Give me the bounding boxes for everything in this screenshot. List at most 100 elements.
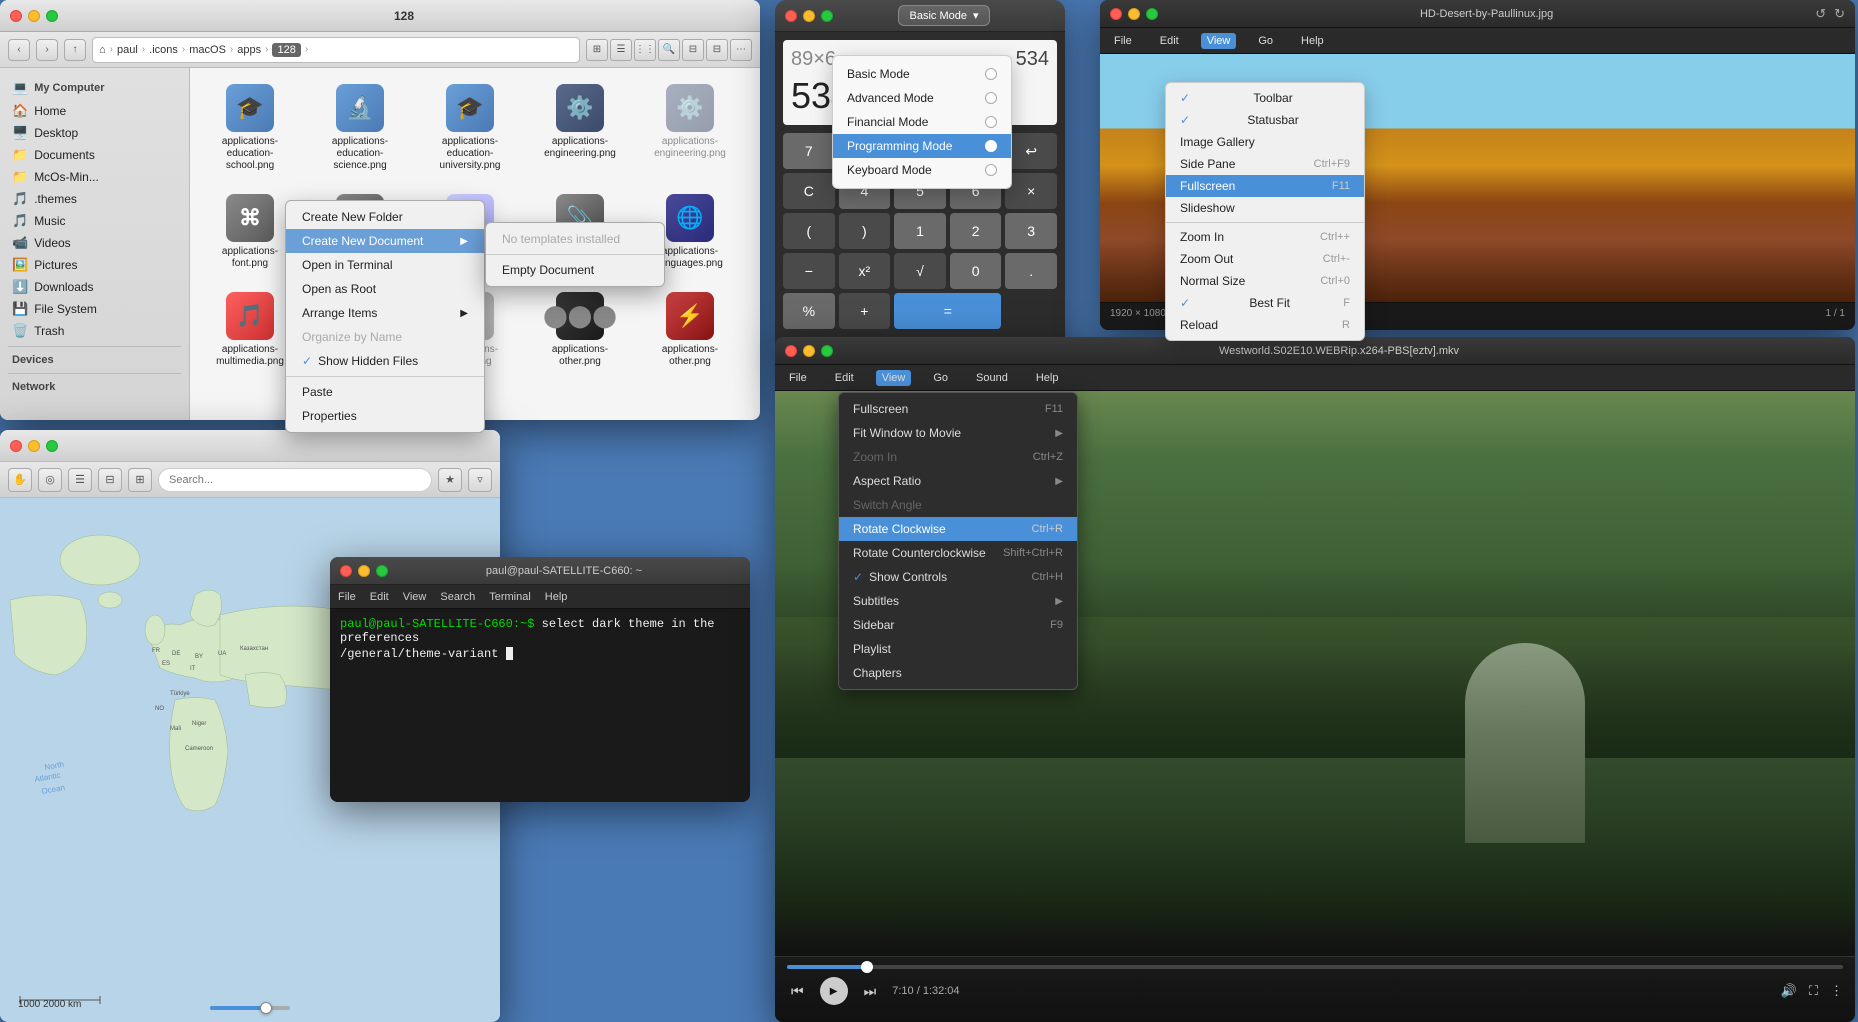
sidebar-item-desktop[interactable]: 🖥️ Desktop: [0, 122, 189, 144]
icon-view-btn[interactable]: ⊞: [586, 39, 608, 61]
detail-view-btn[interactable]: ⊟: [706, 39, 728, 61]
mp-menu-go[interactable]: Go: [927, 370, 954, 386]
btn-percent[interactable]: %: [783, 293, 835, 329]
map-btn-view1[interactable]: ⊟: [98, 468, 122, 492]
mp-progress-bar[interactable]: [787, 965, 1843, 969]
file-item[interactable]: ⚙️ applications-engineering.png: [530, 78, 630, 178]
vd-reload[interactable]: Reload R: [1166, 314, 1364, 336]
fullscreen-icon[interactable]: ⛶: [1809, 983, 1818, 999]
map-zoom-track[interactable]: [210, 1006, 290, 1010]
maximize-button-fm[interactable]: [46, 10, 58, 22]
ctx-create-document[interactable]: Create New Document ▶: [286, 229, 484, 253]
term-menu-file[interactable]: File: [338, 591, 356, 603]
close-button-term[interactable]: [340, 565, 352, 577]
mpvd-rotate-cw[interactable]: Rotate Clockwise Ctrl+R: [839, 517, 1077, 541]
mpvd-fullscreen[interactable]: Fullscreen F11: [839, 397, 1077, 421]
btn-2[interactable]: 2: [950, 213, 1002, 249]
mode-dropdown-button[interactable]: Basic Mode ▾: [898, 5, 989, 26]
maximize-button-map[interactable]: [46, 440, 58, 452]
minimize-button-term[interactable]: [358, 565, 370, 577]
ctx-paste[interactable]: Paste: [286, 380, 484, 404]
mpvd-playlist[interactable]: Playlist: [839, 637, 1077, 661]
vd-toolbar[interactable]: Toolbar: [1166, 87, 1364, 109]
mode-basic[interactable]: Basic Mode: [833, 62, 1011, 86]
mp-menu-view[interactable]: View: [876, 370, 912, 386]
mpvd-rotate-ccw[interactable]: Rotate Counterclockwise Shift+Ctrl+R: [839, 541, 1077, 565]
btn-backspace[interactable]: ↩: [1005, 133, 1057, 169]
vd-statusbar[interactable]: Statusbar: [1166, 109, 1364, 131]
close-button-calc[interactable]: [785, 10, 797, 22]
sidebar-item-trash[interactable]: 🗑️ Trash: [0, 320, 189, 342]
vd-sidepane[interactable]: Side Pane Ctrl+F9: [1166, 153, 1364, 175]
minimize-button-calc[interactable]: [803, 10, 815, 22]
map-btn-target[interactable]: ◎: [38, 468, 62, 492]
mpvd-chapters[interactable]: Chapters: [839, 661, 1077, 685]
map-btn-star[interactable]: ★: [438, 468, 462, 492]
btn-1[interactable]: 1: [894, 213, 946, 249]
btn-next[interactable]: ⏭: [860, 981, 881, 1002]
mpvd-sidebar[interactable]: Sidebar F9: [839, 613, 1077, 637]
iv-menu-view[interactable]: View: [1201, 33, 1237, 49]
sidebar-item-home[interactable]: 🏠 Home: [0, 100, 189, 122]
file-item[interactable]: 🎓 applications-education-university.png: [420, 78, 520, 178]
path-home[interactable]: ⌂: [99, 44, 106, 56]
close-button-map[interactable]: [10, 440, 22, 452]
path-macos[interactable]: macOS: [189, 44, 226, 56]
ctx-hidden-files[interactable]: ✓ Show Hidden Files: [286, 349, 484, 373]
btn-add[interactable]: +: [839, 293, 891, 329]
sidebar-item-music[interactable]: 🎵 Music: [0, 210, 189, 232]
vd-zoomout[interactable]: Zoom Out Ctrl+-: [1166, 248, 1364, 270]
volume-icon[interactable]: 🔊: [1781, 983, 1797, 999]
minimize-button-mp[interactable]: [803, 345, 815, 357]
minimize-button-iv[interactable]: [1128, 8, 1140, 20]
iv-menu-help[interactable]: Help: [1295, 33, 1330, 49]
btn-subtract[interactable]: −: [783, 253, 835, 289]
path-apps[interactable]: apps: [237, 44, 261, 56]
mode-programming[interactable]: Programming Mode: [833, 134, 1011, 158]
file-item[interactable]: 🔬 applications-education-science.png: [310, 78, 410, 178]
iv-menu-edit[interactable]: Edit: [1154, 33, 1185, 49]
terminal-content[interactable]: paul@paul-SATELLITE-C660:~$ select dark …: [330, 609, 750, 802]
more-options-icon[interactable]: ⋮: [1830, 983, 1843, 999]
btn-paren-open[interactable]: (: [783, 213, 835, 249]
back-button[interactable]: ‹: [8, 39, 30, 61]
path-icons[interactable]: .icons: [149, 44, 178, 56]
search-btn[interactable]: 🔍: [658, 39, 680, 61]
btn-7[interactable]: 7: [783, 133, 835, 169]
btn-multiply[interactable]: ×: [1005, 173, 1057, 209]
mp-menu-sound[interactable]: Sound: [970, 370, 1014, 386]
mode-keyboard[interactable]: Keyboard Mode: [833, 158, 1011, 182]
iv-menu-go[interactable]: Go: [1252, 33, 1279, 49]
mode-advanced[interactable]: Advanced Mode: [833, 86, 1011, 110]
term-menu-view[interactable]: View: [403, 591, 427, 603]
sidebar-item-downloads[interactable]: ⬇️ Downloads: [0, 276, 189, 298]
file-item[interactable]: ⚙️ applications-engineering.png: [640, 78, 740, 178]
minimize-button-fm[interactable]: [28, 10, 40, 22]
maximize-button-iv[interactable]: [1146, 8, 1158, 20]
mpvd-fitwindow[interactable]: Fit Window to Movie ▶: [839, 421, 1077, 445]
btn-decimal[interactable]: .: [1005, 253, 1057, 289]
file-item[interactable]: ⚡ applications-other.png: [640, 286, 740, 374]
ctx-open-root[interactable]: Open as Root: [286, 277, 484, 301]
term-menu-terminal[interactable]: Terminal: [489, 591, 531, 603]
map-btn-hand[interactable]: ✋: [8, 468, 32, 492]
map-btn-view2[interactable]: ⊞: [128, 468, 152, 492]
iv-menu-file[interactable]: File: [1108, 33, 1138, 49]
mode-financial[interactable]: Financial Mode: [833, 110, 1011, 134]
vd-bestfit[interactable]: Best Fit F: [1166, 292, 1364, 314]
up-button[interactable]: ↑: [64, 39, 86, 61]
maximize-button-calc[interactable]: [821, 10, 833, 22]
vd-zoomin[interactable]: Zoom In Ctrl++: [1166, 226, 1364, 248]
sidebar-item-videos[interactable]: 📹 Videos: [0, 232, 189, 254]
mp-menu-help[interactable]: Help: [1030, 370, 1065, 386]
close-button-fm[interactable]: [10, 10, 22, 22]
map-zoom-thumb[interactable]: [260, 1002, 272, 1014]
ctx-empty-document[interactable]: Empty Document: [486, 258, 664, 282]
sidebar-item-mycomputer[interactable]: 💻 My Computer: [0, 76, 189, 100]
path-paul[interactable]: paul: [117, 44, 138, 56]
mpvd-aspectratio[interactable]: Aspect Ratio ▶: [839, 469, 1077, 493]
mpvd-showcontrols[interactable]: ✓Show Controls Ctrl+H: [839, 565, 1077, 589]
sidebar-item-mcosmin[interactable]: 📁 McOs-Min...: [0, 166, 189, 188]
map-btn-layers[interactable]: ☰: [68, 468, 92, 492]
vd-slideshow[interactable]: Slideshow: [1166, 197, 1364, 219]
